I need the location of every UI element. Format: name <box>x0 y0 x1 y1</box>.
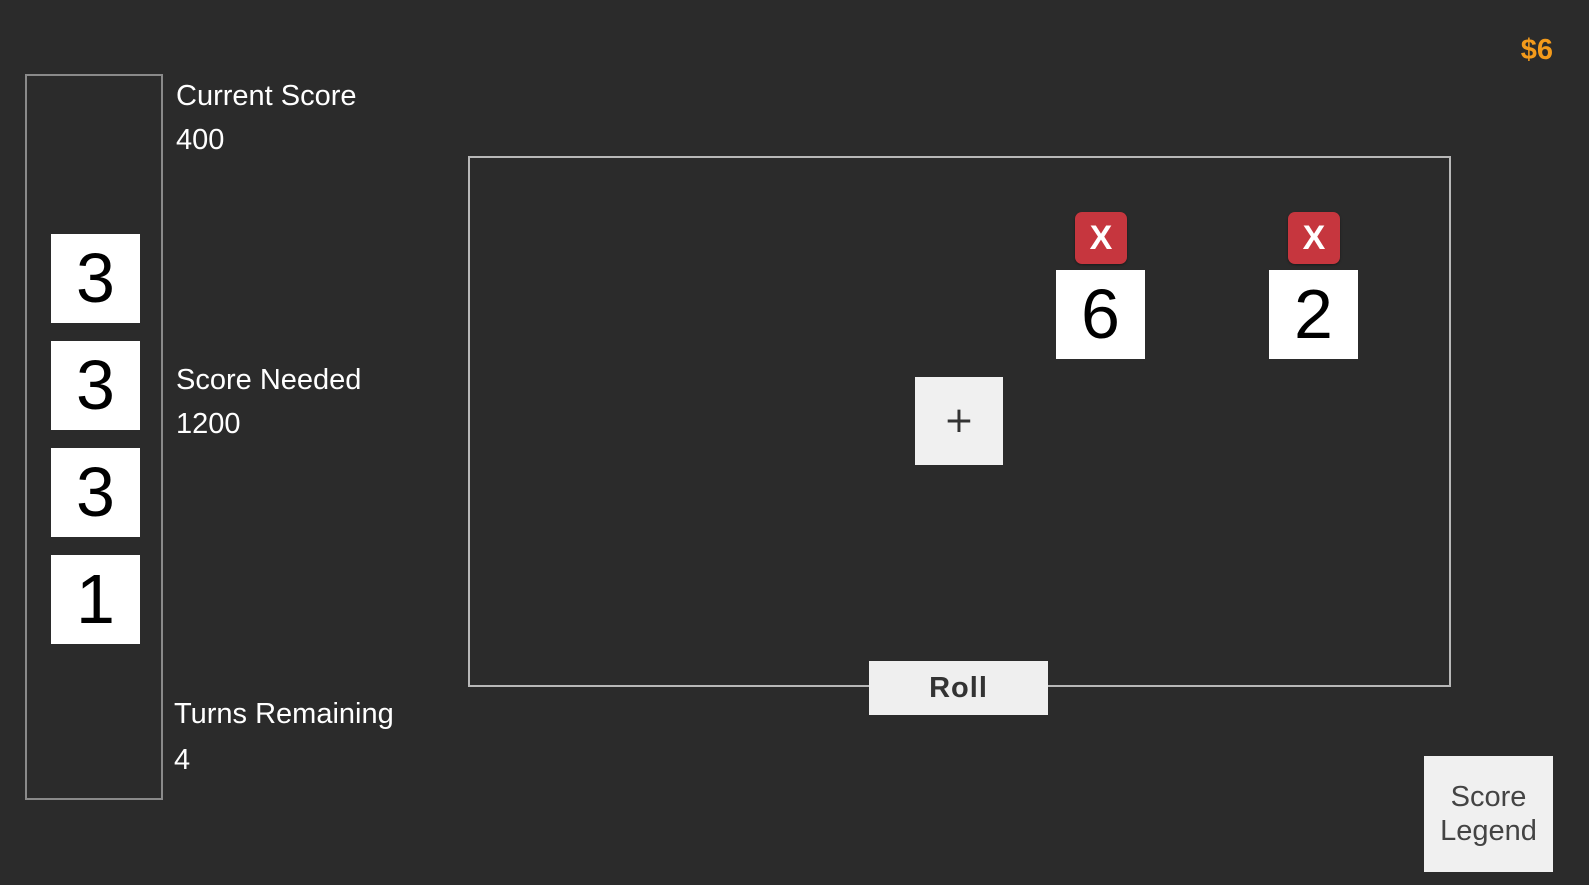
current-score-label: Current Score <box>176 80 357 112</box>
rolled-die[interactable]: 2 <box>1269 270 1358 359</box>
turns-remaining-label: Turns Remaining <box>174 698 394 730</box>
held-die[interactable]: 3 <box>51 341 140 430</box>
rolled-die-slot: 6 <box>1056 270 1145 359</box>
current-score: Current Score 400 <box>176 78 357 158</box>
money-display: $6 <box>1520 34 1553 66</box>
score-needed: Score Needed 1200 <box>176 362 361 442</box>
discard-die-button[interactable]: X <box>1288 212 1340 264</box>
score-needed-value: 1200 <box>176 408 241 440</box>
held-die[interactable]: 3 <box>51 234 140 323</box>
score-legend-button[interactable]: Score Legend <box>1424 756 1553 872</box>
turns-remaining-value: 4 <box>174 744 191 776</box>
held-die[interactable]: 3 <box>51 448 140 537</box>
score-needed-label: Score Needed <box>176 364 362 396</box>
rolled-die[interactable]: 6 <box>1056 270 1145 359</box>
discard-die-button[interactable]: X <box>1075 212 1127 264</box>
turns-remaining: Turns Remaining 4 <box>174 696 394 778</box>
held-dice-panel: 3 3 3 1 <box>25 74 163 800</box>
held-die[interactable]: 1 <box>51 555 140 644</box>
current-score-value: 400 <box>176 124 225 156</box>
roll-button[interactable]: Roll <box>869 661 1048 715</box>
game-screen: $6 3 3 3 1 Current Score 400 Score Neede… <box>0 0 1589 885</box>
add-die-button[interactable]: + <box>915 377 1003 465</box>
held-dice-list: 3 3 3 1 <box>51 234 140 644</box>
rolled-die-slot: 2 <box>1269 270 1358 359</box>
